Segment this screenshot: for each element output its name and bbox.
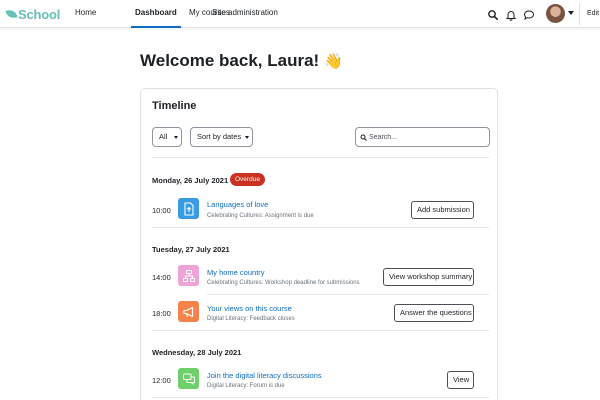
event-time: 18:00 <box>152 309 171 318</box>
divider <box>152 157 489 158</box>
divider <box>152 330 489 331</box>
top-navbar: School Home Dashboard My courses Site ad… <box>0 0 600 28</box>
event-title-link[interactable]: Join the digital literacy discussions <box>207 371 322 380</box>
chevron-down-icon <box>245 136 249 139</box>
event-title-link[interactable]: My home country <box>207 268 265 277</box>
event-subtitle: Celebrating Cultures: Workshop deadline … <box>207 280 360 286</box>
event-time: 14:00 <box>152 273 171 282</box>
sort-dropdown[interactable]: Sort by dates <box>190 127 253 147</box>
view-workshop-summary-button[interactable]: View workshop summary <box>383 268 474 286</box>
workshop-icon <box>178 265 199 286</box>
chat-icon[interactable] <box>523 8 535 21</box>
nav-dashboard[interactable]: Dashboard <box>131 0 181 28</box>
chevron-down-icon[interactable] <box>568 11 574 15</box>
divider <box>207 294 489 295</box>
search-icon <box>360 134 367 141</box>
leaf-icon <box>5 9 18 19</box>
welcome-text: Welcome back, Laura! <box>140 51 320 70</box>
day-heading: Wednesday, 28 July 2021 <box>152 348 242 357</box>
overdue-badge: Overdue <box>230 173 265 186</box>
event-title-link[interactable]: Languages of love <box>207 200 268 209</box>
site-name: School <box>18 6 61 22</box>
timeline-title: Timeline <box>152 100 197 112</box>
page-title: Welcome back, Laura! 👋 <box>140 51 343 71</box>
event-subtitle: Digital Literacy: Forum is due <box>207 383 285 389</box>
forum-icon <box>178 368 199 389</box>
answer-the-questions-button[interactable]: Answer the questions <box>394 304 474 322</box>
feedback-icon <box>178 301 199 322</box>
divider <box>152 227 489 228</box>
filter-dropdown[interactable]: All <box>152 127 182 147</box>
day-heading: Tuesday, 27 July 2021 <box>152 245 230 254</box>
event-time: 12:00 <box>152 376 171 385</box>
navbar-divider <box>579 3 580 25</box>
nav-home[interactable]: Home <box>75 0 96 28</box>
add-submission-button[interactable]: Add submission <box>411 201 474 219</box>
sort-dropdown-label: Sort by dates <box>197 132 242 141</box>
day-heading: Monday, 26 July 2021 <box>152 176 229 185</box>
filter-dropdown-label: All <box>159 132 168 141</box>
search-input[interactable] <box>369 129 485 145</box>
search-icon[interactable] <box>487 8 499 20</box>
waving-hand-icon: 👋 <box>323 53 343 70</box>
nav-site-administration[interactable]: Site administration <box>212 0 278 28</box>
divider <box>152 397 489 398</box>
user-avatar[interactable] <box>546 4 565 23</box>
chevron-down-icon <box>174 136 178 139</box>
event-subtitle: Celebrating Cultures: Assignment is due <box>207 213 314 219</box>
assignment-icon <box>178 198 199 219</box>
event-time: 10:00 <box>152 206 171 215</box>
event-title-link[interactable]: Your views on this course <box>207 304 292 313</box>
timeline-search[interactable] <box>355 127 490 147</box>
timeline-block: Timeline All Sort by dates Monday, 26 Ju… <box>140 88 498 400</box>
view-button[interactable]: View <box>447 371 474 389</box>
site-logo[interactable]: School <box>5 5 61 23</box>
bell-icon[interactable] <box>505 8 517 21</box>
edit-mode-toggle[interactable]: Edit <box>587 0 599 28</box>
event-subtitle: Digital Literacy: Feedback closes <box>207 316 295 322</box>
